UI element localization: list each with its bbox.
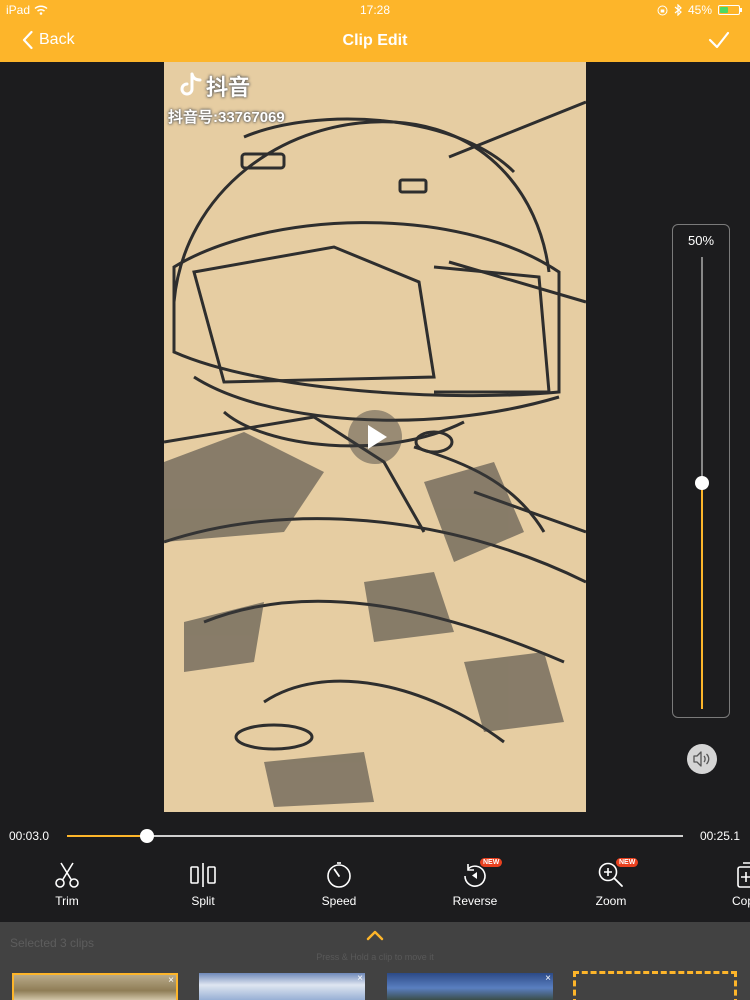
bluetooth-icon — [674, 4, 682, 16]
new-badge: NEW — [480, 858, 503, 867]
volume-panel: 50% — [672, 224, 730, 718]
new-badge: NEW — [616, 858, 639, 867]
volume-slider[interactable] — [695, 257, 709, 709]
total-time: 00:25.1 — [699, 829, 740, 843]
video-preview[interactable]: 抖音 抖音号:33767069 — [164, 62, 586, 812]
copy-tool[interactable]: Cop — [698, 856, 750, 912]
remove-clip-icon[interactable]: × — [545, 974, 551, 984]
add-clip-slot[interactable] — [573, 971, 737, 1000]
edit-toolbar: Trim Split Speed NEW Reverse NEW Zoom Co — [0, 856, 750, 922]
remove-clip-icon[interactable]: × — [357, 974, 363, 984]
zoom-tool[interactable]: NEW Zoom — [561, 856, 661, 912]
play-icon — [368, 425, 387, 449]
split-icon — [190, 863, 216, 887]
battery-icon — [718, 5, 742, 15]
tiktok-logo-icon — [180, 72, 202, 96]
scrubber-thumb[interactable] — [140, 829, 155, 843]
reverse-icon-wrap: NEW — [460, 858, 503, 890]
scissors-icon — [55, 862, 79, 888]
speed-label: Speed — [321, 894, 357, 908]
watermark-account: 抖音号:33767069 — [168, 109, 285, 126]
copy-label: Cop — [732, 894, 750, 908]
status-right-group: 45% — [657, 3, 742, 17]
chevron-up-icon[interactable] — [365, 929, 385, 941]
remove-clip-icon[interactable]: × — [168, 976, 174, 986]
trim-tool[interactable]: Trim — [17, 856, 117, 912]
volume-thumb[interactable] — [695, 476, 709, 490]
speed-icon — [327, 862, 351, 888]
trim-label: Trim — [55, 894, 79, 908]
copy-icon — [737, 862, 750, 888]
scrubber-fill — [67, 835, 148, 837]
zoom-icon-wrap: NEW — [596, 858, 639, 890]
nav-bar: Back Clip Edit — [0, 20, 750, 62]
reverse-label: Reverse — [452, 894, 498, 908]
current-time: 00:03.0 — [9, 829, 50, 843]
page-title: Clip Edit — [342, 32, 408, 49]
status-time: 17:28 — [359, 3, 391, 17]
timeline-scrubber[interactable] — [67, 829, 683, 843]
move-clip-hint: Press & Hold a clip to move it — [316, 952, 434, 962]
watermark-brand: 抖音 — [206, 75, 251, 100]
clip-thumbnail-3[interactable]: × — [387, 973, 553, 1000]
speed-tool[interactable]: Speed — [289, 856, 389, 912]
zoom-label: Zoom — [595, 894, 627, 908]
split-tool[interactable]: Split — [153, 856, 253, 912]
clip-thumbnail-2[interactable]: × — [199, 973, 365, 1000]
play-button[interactable] — [348, 410, 402, 464]
volume-label: 50% — [687, 233, 715, 248]
clip-panel: Selected 3 clips Press & Hold a clip to … — [0, 922, 750, 1000]
mute-button[interactable] — [687, 744, 717, 774]
volume-fill — [701, 483, 703, 709]
clip-thumbnail-1[interactable]: × — [12, 973, 178, 1000]
orientation-lock-icon — [657, 5, 668, 15]
status-bar: iPad 17:28 45% — [0, 0, 750, 20]
checkmark-icon[interactable] — [708, 29, 730, 51]
split-label: Split — [191, 894, 215, 908]
selected-clips-count: Selected 3 clips — [10, 936, 95, 950]
reverse-tool[interactable]: NEW Reverse — [425, 856, 525, 912]
speaker-icon — [693, 751, 710, 767]
battery-percent: 45% — [687, 3, 712, 17]
